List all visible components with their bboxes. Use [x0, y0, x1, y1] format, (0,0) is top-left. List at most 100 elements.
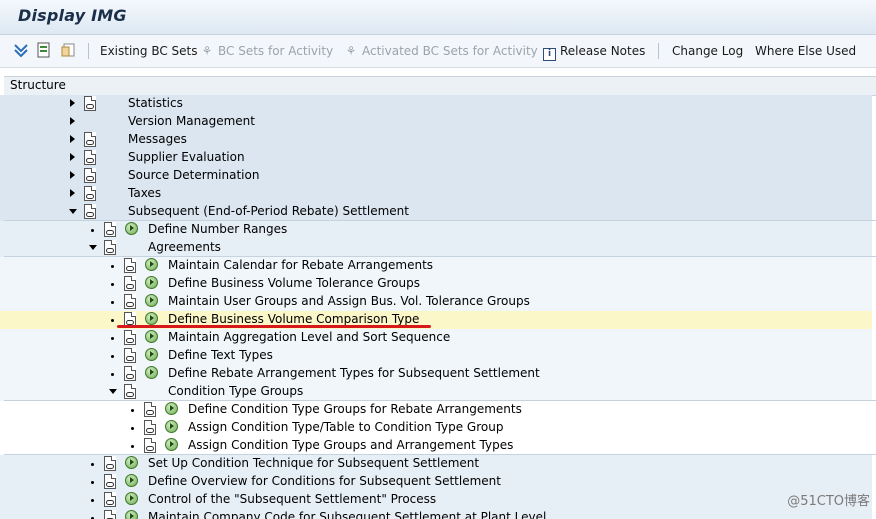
tree-node[interactable]: Set Up Condition Technique for Subsequen…: [0, 455, 872, 473]
execute-activity-icon[interactable]: [145, 276, 158, 289]
documentation-icon[interactable]: [124, 384, 136, 399]
tree-node[interactable]: Source Determination: [0, 167, 872, 185]
documentation-icon[interactable]: [59, 41, 77, 59]
documentation-icon[interactable]: [84, 204, 96, 219]
execute-activity-icon[interactable]: [145, 330, 158, 343]
tree-node-label[interactable]: Agreements: [148, 240, 221, 254]
documentation-icon[interactable]: [104, 492, 116, 507]
tree-node-label[interactable]: Version Management: [128, 114, 255, 128]
tree-node-label[interactable]: Assign Condition Type/Table to Condition…: [188, 420, 503, 434]
documentation-icon[interactable]: [124, 348, 136, 363]
tree-node[interactable]: Maintain Aggregation Level and Sort Sequ…: [0, 329, 872, 347]
execute-activity-icon[interactable]: [165, 420, 178, 433]
documentation-icon[interactable]: [104, 240, 116, 255]
documentation-icon[interactable]: [84, 186, 96, 201]
expand-arrow-icon[interactable]: [70, 135, 75, 143]
tree-node-label[interactable]: Source Determination: [128, 168, 259, 182]
bc-sets-for-activity-button[interactable]: ⚘ BC Sets for Activity: [200, 43, 334, 59]
execute-activity-icon[interactable]: [165, 402, 178, 415]
tree-node[interactable]: Define Number Ranges: [0, 221, 872, 239]
execute-activity-icon[interactable]: [125, 474, 138, 487]
tree-node-label[interactable]: Maintain Company Code for Subsequent Set…: [148, 510, 546, 519]
documentation-icon[interactable]: [124, 294, 136, 309]
where-else-used-button[interactable]: Where Else Used: [755, 43, 856, 59]
tree-node[interactable]: Define Rebate Arrangement Types for Subs…: [0, 365, 872, 383]
expand-arrow-icon[interactable]: [70, 153, 75, 161]
release-notes-button[interactable]: i Release Notes: [543, 43, 645, 61]
documentation-icon[interactable]: [104, 474, 116, 489]
existing-bc-sets-button[interactable]: Existing BC Sets: [100, 43, 198, 59]
documentation-icon[interactable]: [144, 402, 156, 417]
tree-node-label[interactable]: Define Condition Type Groups for Rebate …: [188, 402, 522, 416]
change-log-button[interactable]: Change Log: [672, 43, 743, 59]
tree-node-label[interactable]: Maintain Aggregation Level and Sort Sequ…: [168, 330, 450, 344]
documentation-icon[interactable]: [124, 330, 136, 345]
tree-node[interactable]: Maintain User Groups and Assign Bus. Vol…: [0, 293, 872, 311]
execute-activity-icon[interactable]: [125, 222, 138, 235]
tree-node-label[interactable]: Supplier Evaluation: [128, 150, 245, 164]
execute-activity-icon[interactable]: [125, 492, 138, 505]
tree-node-label[interactable]: Define Business Volume Comparison Type: [168, 312, 419, 326]
tree-node-label[interactable]: Messages: [128, 132, 187, 146]
tree-node-label[interactable]: Control of the "Subsequent Settlement" P…: [148, 492, 436, 506]
tree-node[interactable]: Supplier Evaluation: [0, 149, 872, 167]
execute-activity-icon[interactable]: [145, 348, 158, 361]
documentation-icon[interactable]: [104, 456, 116, 471]
tree-node[interactable]: Maintain Calendar for Rebate Arrangement…: [0, 257, 872, 275]
tree-node-label[interactable]: Maintain User Groups and Assign Bus. Vol…: [168, 294, 530, 308]
tree-node[interactable]: Assign Condition Type Groups and Arrange…: [0, 437, 872, 455]
documentation-icon[interactable]: [124, 258, 136, 273]
collapse-arrow-icon[interactable]: [69, 209, 77, 214]
tree-node[interactable]: Messages: [0, 131, 872, 149]
tree-node[interactable]: Maintain Company Code for Subsequent Set…: [0, 509, 872, 519]
expand-arrow-icon[interactable]: [70, 117, 75, 125]
tree-node[interactable]: Define Overview for Conditions for Subse…: [0, 473, 872, 491]
expand-subtree-icon[interactable]: [12, 41, 30, 59]
documentation-icon[interactable]: [124, 366, 136, 381]
tree-node[interactable]: Statistics: [0, 95, 872, 113]
tree-node-label[interactable]: Define Number Ranges: [148, 222, 287, 236]
documentation-icon[interactable]: [104, 510, 116, 519]
tree-node-label[interactable]: Condition Type Groups: [168, 384, 303, 398]
expand-arrow-icon[interactable]: [70, 171, 75, 179]
tree-node[interactable]: Subsequent (End-of-Period Rebate) Settle…: [0, 203, 872, 221]
tree-node[interactable]: Assign Condition Type/Table to Condition…: [0, 419, 872, 437]
tree-node[interactable]: Define Business Volume Tolerance Groups: [0, 275, 872, 293]
tree-node[interactable]: Agreements: [0, 239, 872, 257]
tree-node-label[interactable]: Subsequent (End-of-Period Rebate) Settle…: [128, 204, 409, 218]
execute-activity-icon[interactable]: [125, 510, 138, 519]
tree-node[interactable]: Define Condition Type Groups for Rebate …: [0, 401, 872, 419]
tree-node-label[interactable]: Assign Condition Type Groups and Arrange…: [188, 438, 513, 452]
tree-node[interactable]: Control of the "Subsequent Settlement" P…: [0, 491, 872, 509]
documentation-icon[interactable]: [144, 438, 156, 453]
collapse-arrow-icon[interactable]: [109, 389, 117, 394]
find-icon[interactable]: [35, 41, 53, 59]
tree-node-label[interactable]: Statistics: [128, 96, 183, 110]
tree-node[interactable]: Define Text Types: [0, 347, 872, 365]
tree-node-label[interactable]: Maintain Calendar for Rebate Arrangement…: [168, 258, 433, 272]
documentation-icon[interactable]: [84, 168, 96, 183]
documentation-icon[interactable]: [84, 96, 96, 111]
tree-node[interactable]: Condition Type Groups: [0, 383, 872, 401]
collapse-arrow-icon[interactable]: [89, 245, 97, 250]
tree-node-label[interactable]: Define Text Types: [168, 348, 273, 362]
tree-node-label[interactable]: Taxes: [128, 186, 161, 200]
expand-arrow-icon[interactable]: [70, 99, 75, 107]
tree-node-label[interactable]: Define Overview for Conditions for Subse…: [148, 474, 501, 488]
tree-node-label[interactable]: Define Business Volume Tolerance Groups: [168, 276, 420, 290]
documentation-icon[interactable]: [144, 420, 156, 435]
tree-node[interactable]: Version Management: [0, 113, 872, 131]
execute-activity-icon[interactable]: [145, 258, 158, 271]
execute-activity-icon[interactable]: [145, 294, 158, 307]
tree-node-label[interactable]: Define Rebate Arrangement Types for Subs…: [168, 366, 540, 380]
execute-activity-icon[interactable]: [125, 456, 138, 469]
execute-activity-icon[interactable]: [145, 312, 158, 325]
execute-activity-icon[interactable]: [145, 366, 158, 379]
documentation-icon[interactable]: [84, 150, 96, 165]
tree-node[interactable]: Taxes: [0, 185, 872, 203]
execute-activity-icon[interactable]: [165, 438, 178, 451]
activated-bc-sets-button[interactable]: ⚘ Activated BC Sets for Activity: [344, 43, 538, 59]
expand-arrow-icon[interactable]: [70, 189, 75, 197]
tree-node-label[interactable]: Set Up Condition Technique for Subsequen…: [148, 456, 479, 470]
documentation-icon[interactable]: [84, 132, 96, 147]
